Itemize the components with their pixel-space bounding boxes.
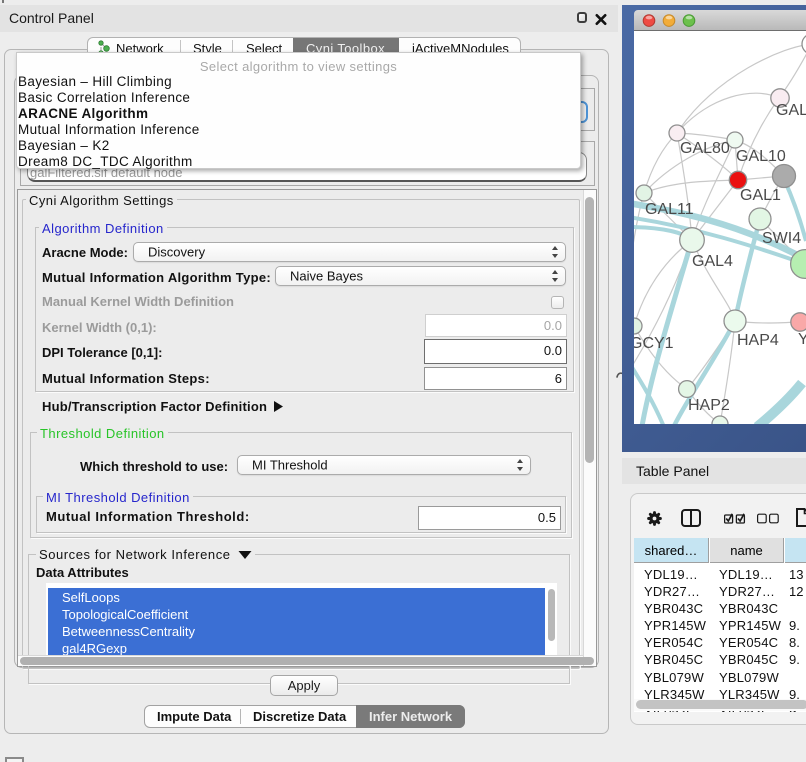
svg-text:GAL2: GAL2	[776, 102, 806, 119]
svg-text:HAP2: HAP2	[688, 397, 730, 414]
svg-text:GAL1: GAL1	[740, 187, 781, 204]
svg-text:HAP4: HAP4	[737, 332, 779, 349]
svg-text:GAL11: GAL11	[645, 201, 694, 218]
svg-text:SWI4: SWI4	[762, 230, 801, 247]
svg-text:GAL80: GAL80	[680, 140, 730, 157]
svg-text:GAL4: GAL4	[692, 253, 733, 270]
svg-text:Y: Y	[798, 331, 806, 348]
svg-text:GCY1: GCY1	[634, 335, 674, 352]
svg-text:GAL10: GAL10	[736, 148, 786, 165]
